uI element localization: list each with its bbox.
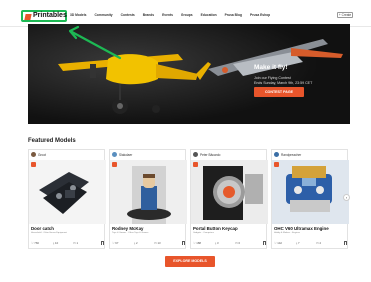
card-header: Groot [29,150,106,160]
avatar[interactable] [274,152,279,157]
card-header: Slakolaer [110,150,187,160]
create-button[interactable]: + Create [337,12,353,18]
logo-text: Printables [33,12,67,19]
likes-value: 142 [277,241,282,245]
nav-item-brands[interactable]: Brands [143,13,154,17]
model-category[interactable]: Hobby & Makers · Engines [274,232,300,234]
model-image[interactable] [29,160,106,224]
contest-page-button[interactable]: CONTEST PAGE [254,87,304,97]
downloads-count: ⤓ 3 [215,241,219,245]
nav-item-prusa-blog[interactable]: Prusa Blog [225,13,242,17]
comments-value: 1 [76,241,78,245]
featured-badge-icon [274,162,279,167]
model-title[interactable]: OHC V60 Ultramax Engine [274,226,329,231]
comments-count: ▭ 2 [316,241,321,245]
downloads-count: ⤓ 7 [296,241,300,245]
bookmark-icon[interactable] [344,241,347,245]
model-stats: ♡ 188 ⤓ 3 ▭ 0 [193,241,266,246]
nav-item-3d-models[interactable]: 3D Models [70,13,87,17]
downloads-count: ⤓ 2 [134,241,138,245]
model-card[interactable]: Slakolaer Rodney McKay Toys & Games · Ot… [109,149,187,249]
printables-logo[interactable]: Printables [21,10,67,22]
card-header: Peter Bäcardo [191,150,268,160]
downloads-value: 3 [217,241,219,245]
avatar[interactable] [112,152,117,157]
author-name[interactable]: Groot [38,153,46,157]
likes-count[interactable]: ♡ 188 [193,241,201,245]
nav-item-community[interactable]: Community [95,13,113,17]
top-navigation: Printables 3D Models Community Contests … [0,0,371,27]
explore-models-button[interactable]: EXPLORE MODELS [165,256,215,267]
featured-badge-icon [31,162,36,167]
avatar[interactable] [31,152,36,157]
likes-value: 766 [34,241,39,245]
comments-value: 2 [319,241,321,245]
bookmark-icon[interactable] [263,241,266,245]
model-card[interactable]: Randpreacher OHC V60 Ultramax Engine Hob… [271,149,349,249]
nav-item-groups[interactable]: Groups [181,13,193,17]
hero-banner: Make it fly! Join our Flying Contest End… [28,24,350,124]
downloads-value: 2 [136,241,138,245]
comments-count: ▭ 0 [235,241,240,245]
author-name[interactable]: Randpreacher [281,153,301,157]
downloads-count: ⤓ 10 [53,241,58,245]
likes-count[interactable]: ♡ 67 [112,241,118,245]
hero-subtitle-1: Join our Flying Contest [254,76,291,80]
hero-subtitle-2: Ends Sunday, March 9th, 23:59 CET [254,81,313,85]
model-title[interactable]: Portal Button Keycap [193,226,238,231]
model-stats: ♡ 766 ⤓ 10 ▭ 1 [31,241,104,246]
likes-value: 188 [196,241,201,245]
likes-count[interactable]: ♡ 766 [31,241,39,245]
downloads-value: 7 [298,241,300,245]
hero-title: Make it fly! [254,64,288,71]
likes-count[interactable]: ♡ 142 [274,241,282,245]
bookmark-icon[interactable] [182,241,185,245]
model-image[interactable] [272,160,349,224]
model-card[interactable]: Peter Bäcardo Portal Button Keycap Gadge… [190,149,268,249]
likes-value: 67 [115,241,119,245]
downloads-value: 10 [55,241,59,245]
hero-image [28,24,350,124]
author-name[interactable]: Peter Bäcardo [200,153,220,157]
chevron-right-icon[interactable]: › [343,194,350,201]
nav-item-prusa-eshop[interactable]: Prusa Eshop [250,13,270,17]
nav-item-contests[interactable]: Contests [121,13,135,17]
nav-item-events[interactable]: Events [162,13,173,17]
model-image[interactable] [110,160,187,224]
featured-badge-icon [193,162,198,167]
card-header: Randpreacher [272,150,349,160]
comments-count: ▭ 1 [73,241,78,245]
model-image[interactable] [191,160,268,224]
comments-value: 13 [157,241,161,245]
bookmark-icon[interactable] [101,241,104,245]
comments-value: 0 [238,241,240,245]
model-title[interactable]: Rodney McKay [112,226,143,231]
model-stats: ♡ 67 ⤓ 2 ▭ 13 [112,241,185,246]
comments-count: ▭ 13 [154,241,161,245]
model-card[interactable]: Groot Door catch Household · Other House… [28,149,106,249]
model-title[interactable]: Door catch [31,226,54,231]
model-stats: ♡ 142 ⤓ 7 ▭ 2 [274,241,347,246]
nav-links: 3D Models Community Contests Brands Even… [70,13,278,17]
avatar[interactable] [193,152,198,157]
model-category[interactable]: Household · Other House Equipment [31,232,67,234]
nav-item-education[interactable]: Education [201,13,217,17]
logo-icon [24,14,32,20]
model-category[interactable]: Toys & Games · Other Toys & Games [112,232,148,234]
featured-badge-icon [112,162,117,167]
author-name[interactable]: Slakolaer [119,153,132,157]
model-category[interactable]: Gadgets · Computers [193,232,214,234]
featured-models-heading: Featured Models [28,138,76,144]
